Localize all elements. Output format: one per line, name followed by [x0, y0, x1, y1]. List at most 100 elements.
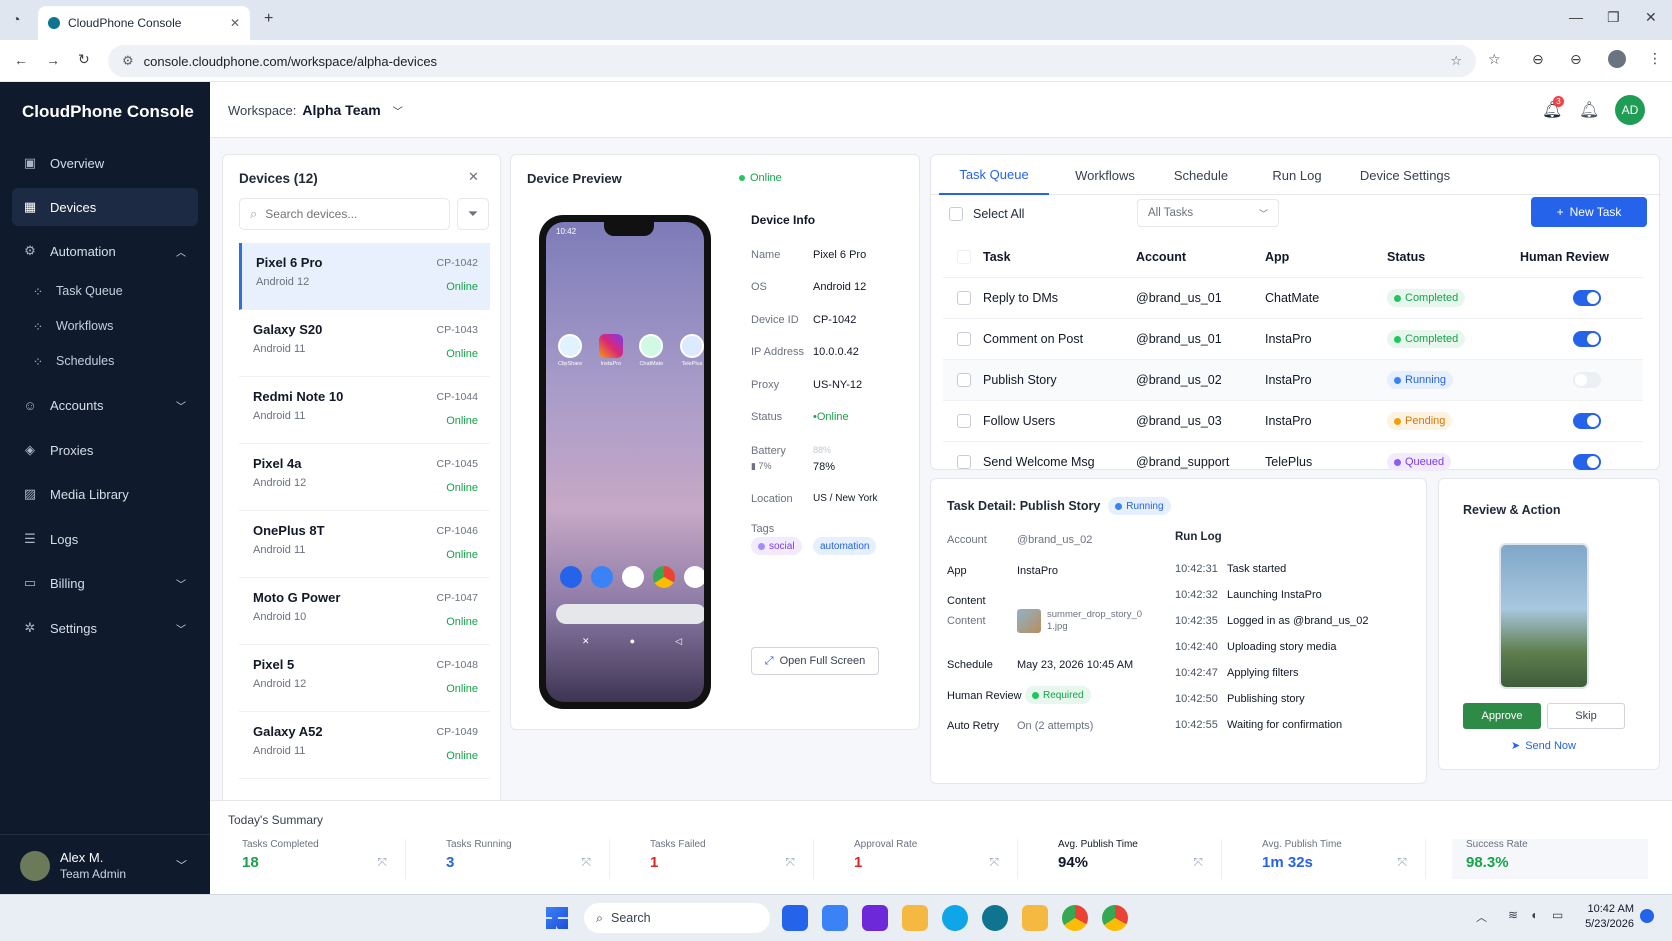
- back-nav-icon[interactable]: ◁: [675, 636, 682, 647]
- battery-tray-icon[interactable]: ▭: [1552, 908, 1563, 922]
- open-full-screen-button[interactable]: ⤢ Open Full Screen: [751, 647, 879, 675]
- approve-button[interactable]: Approve: [1463, 703, 1541, 729]
- human-review-toggle[interactable]: [1573, 413, 1601, 429]
- skip-button[interactable]: Skip: [1547, 703, 1625, 729]
- home-icon[interactable]: ●: [630, 636, 635, 647]
- site-info-icon[interactable]: ⚙: [122, 53, 134, 69]
- select-all[interactable]: Select All: [949, 207, 1024, 221]
- volume-icon[interactable]: ◖: [1530, 908, 1537, 922]
- tray-chevron-icon[interactable]: ︿: [1476, 909, 1487, 925]
- row-checkbox[interactable]: [957, 455, 971, 469]
- list-item[interactable]: Redmi Note 10 Android 11 CP-1044 Online: [239, 377, 490, 444]
- browser-tab[interactable]: CloudPhone Console ✕: [38, 6, 250, 40]
- reload-icon[interactable]: ↻: [78, 51, 90, 68]
- phone-search-bar[interactable]: [556, 604, 704, 624]
- close-panel-icon[interactable]: ✕: [468, 169, 479, 185]
- sidebar-item-accounts[interactable]: ☺ Accounts ﹀: [12, 386, 198, 424]
- bookmark-star-icon[interactable]: ☆: [1450, 53, 1462, 69]
- teams-icon[interactable]: [862, 905, 888, 931]
- chrome-active-icon[interactable]: [1102, 905, 1128, 931]
- sidebar-item-overview[interactable]: ▣ Overview: [12, 144, 198, 182]
- story-preview-image[interactable]: [1499, 543, 1589, 689]
- sidebar-item-devices[interactable]: ▦ Devices: [12, 188, 198, 226]
- chrome-icon[interactable]: [653, 566, 675, 588]
- row-checkbox[interactable]: [957, 332, 971, 346]
- send-now-link[interactable]: ➤ Send Now: [1511, 739, 1576, 753]
- table-row[interactable]: Comment on Post @brand_us_01 InstaPro Co…: [943, 319, 1643, 360]
- new-tab-icon[interactable]: +: [264, 10, 273, 28]
- human-review-toggle[interactable]: [1573, 372, 1601, 388]
- list-item[interactable]: OnePlus 8T Android 11 CP-1046 Online: [239, 511, 490, 578]
- list-item[interactable]: Galaxy A52 Android 11 CP-1049 Online: [239, 712, 490, 779]
- task-view-icon[interactable]: [782, 905, 808, 931]
- human-review-toggle[interactable]: [1573, 454, 1601, 470]
- list-item[interactable]: Pixel 5 Android 12 CP-1048 Online: [239, 645, 490, 712]
- table-row[interactable]: Send Welcome Msg @brand_support TelePlus…: [943, 442, 1643, 483]
- task-filter-select[interactable]: All Tasks ﹀: [1137, 199, 1279, 227]
- cloudphone-icon[interactable]: [982, 905, 1008, 931]
- windows-start-icon[interactable]: [546, 907, 568, 929]
- clock-time[interactable]: 10:42 AM: [1582, 903, 1634, 915]
- phone-frame[interactable]: 10:42 ClipShare InstaPro ChatMate TelePl…: [539, 215, 711, 709]
- app-icon[interactable]: [822, 905, 848, 931]
- row-checkbox[interactable]: [957, 373, 971, 387]
- tab-schedule[interactable]: Schedule: [1153, 155, 1249, 195]
- restore-icon[interactable]: ❐: [1607, 9, 1620, 26]
- phone-dial-icon[interactable]: [560, 566, 582, 588]
- sidebar-subitem-schedules[interactable]: ⁘ Schedules: [30, 346, 115, 376]
- user-profile[interactable]: Alex M. Team Admin ﹀: [20, 847, 200, 887]
- tab-close-icon[interactable]: ✕: [230, 16, 240, 30]
- file-explorer-icon[interactable]: [902, 905, 928, 931]
- forward-icon[interactable]: →: [46, 52, 60, 68]
- device-search[interactable]: ⌕: [239, 198, 450, 230]
- workspace-switcher[interactable]: Workspace: Alpha Team ﹀: [228, 102, 403, 118]
- sidebar-item-media-library[interactable]: ▨ Media Library: [12, 475, 198, 513]
- profile-icon[interactable]: [1608, 50, 1626, 68]
- list-item[interactable]: Pixel 6 Pro Android 12 CP-1042 Online: [239, 243, 490, 310]
- messages-icon[interactable]: [591, 566, 613, 588]
- taskbar-search[interactable]: ⌕ Search: [584, 903, 770, 933]
- minimize-icon[interactable]: —: [1569, 9, 1583, 25]
- play-store-icon[interactable]: [622, 566, 644, 588]
- table-row[interactable]: Follow Users @brand_us_03 InstaPro Pendi…: [943, 401, 1643, 442]
- user-avatar[interactable]: AD: [1615, 95, 1645, 125]
- tab-device-settings[interactable]: Device Settings: [1345, 155, 1465, 195]
- sidebar-item-logs[interactable]: ☰ Logs: [12, 520, 198, 558]
- content-thumbnail[interactable]: [1017, 609, 1041, 633]
- tab-run-log[interactable]: Run Log: [1249, 155, 1345, 195]
- human-review-toggle[interactable]: [1573, 331, 1601, 347]
- camera-icon[interactable]: [684, 566, 704, 588]
- browser-more-icon[interactable]: ⋮: [1648, 50, 1662, 67]
- list-item[interactable]: Pixel 4a Android 12 CP-1045 Online: [239, 444, 490, 511]
- row-checkbox[interactable]: [957, 291, 971, 305]
- alerts-bell-icon[interactable]: 🔔︎: [1579, 100, 1599, 120]
- sidebar-item-billing[interactable]: ▭ Billing ﹀: [12, 564, 198, 602]
- list-item[interactable]: Galaxy S20 Android 11 CP-1043 Online: [239, 310, 490, 377]
- edge-icon[interactable]: [942, 905, 968, 931]
- sidebar-item-settings[interactable]: ✲ Settings ﹀: [12, 609, 198, 647]
- filter-button[interactable]: ⏷: [457, 198, 489, 230]
- search-input[interactable]: [265, 207, 426, 221]
- new-task-button[interactable]: + New Task: [1531, 197, 1647, 227]
- app-instapro[interactable]: InstaPro: [598, 334, 623, 367]
- table-row[interactable]: Publish Story @brand_us_02 InstaPro Runn…: [943, 360, 1643, 401]
- app-chatmate[interactable]: ChatMate: [639, 334, 664, 367]
- sidebar-item-automation[interactable]: ⚙ Automation ︿: [12, 232, 198, 270]
- sidebar-subitem-task-queue[interactable]: ⁘ Task Queue: [30, 276, 123, 306]
- folder-icon[interactable]: [1022, 905, 1048, 931]
- clock-date[interactable]: 5/23/2026: [1574, 918, 1634, 930]
- tab-workflows[interactable]: Workflows: [1057, 155, 1153, 195]
- wifi-icon[interactable]: ≋: [1508, 908, 1518, 922]
- table-row[interactable]: Reply to DMs @brand_us_01 ChatMate Compl…: [943, 278, 1643, 319]
- human-review-toggle[interactable]: [1573, 290, 1601, 306]
- select-all-checkbox[interactable]: [949, 207, 963, 221]
- phone-screen[interactable]: 10:42 ClipShare InstaPro ChatMate TelePl…: [546, 222, 704, 702]
- back-icon[interactable]: ←: [14, 52, 28, 68]
- app-teleplus[interactable]: TelePlus: [679, 334, 704, 367]
- star-icon[interactable]: ☆: [1488, 51, 1501, 68]
- tab-task-queue[interactable]: Task Queue: [939, 155, 1049, 195]
- app-clipshare[interactable]: ClipShare: [558, 334, 582, 367]
- recents-icon[interactable]: ✕: [582, 636, 590, 647]
- chrome-icon[interactable]: [1062, 905, 1088, 931]
- header-checkbox[interactable]: [957, 250, 971, 264]
